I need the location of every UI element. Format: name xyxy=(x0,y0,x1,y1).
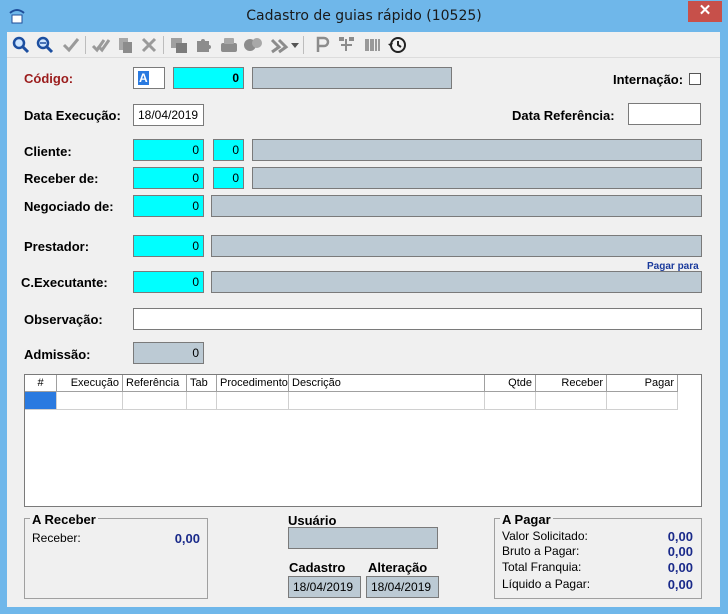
search-icon[interactable] xyxy=(11,35,31,55)
column-header[interactable]: Descrição xyxy=(289,375,485,392)
procedures-grid[interactable]: # Execução Referência Tab Procedimento D… xyxy=(24,374,702,507)
cancel-icon[interactable] xyxy=(139,35,159,55)
form-client-area: Código: A 0 Internação: Data Execução: 1… xyxy=(7,32,720,607)
codigo-letter-selected: A xyxy=(138,71,149,85)
window-icon[interactable] xyxy=(169,35,189,55)
column-header[interactable]: Procedimento xyxy=(217,375,289,392)
executante-field[interactable]: 0 xyxy=(133,271,204,293)
search-next-icon[interactable] xyxy=(35,35,55,55)
cliente-label: Cliente: xyxy=(24,144,72,159)
grid-cell[interactable] xyxy=(536,392,607,410)
column-header[interactable]: Qtde xyxy=(485,375,536,392)
receber-field[interactable]: 0 xyxy=(133,167,204,189)
negociado-field[interactable]: 0 xyxy=(133,195,204,217)
approve-icon[interactable] xyxy=(91,35,111,55)
bruto-pagar-value: 0,00 xyxy=(667,544,693,559)
grid-cell[interactable] xyxy=(123,392,187,410)
grid-cell[interactable] xyxy=(607,392,678,410)
valor-solicitado-label: Valor Solicitado: xyxy=(502,529,588,543)
internacao-label: Internação: xyxy=(613,72,684,87)
admissao-label: Admissão: xyxy=(24,347,91,362)
total-franquia-value: 0,00 xyxy=(667,560,693,575)
usuario-label: Usuário xyxy=(288,513,337,528)
liquido-pagar-value: 0,00 xyxy=(667,577,693,592)
tools-icon[interactable] xyxy=(269,35,289,55)
valor-solicitado-value: 0,00 xyxy=(667,529,693,544)
window-title: Cadastro de guias rápido (10525) xyxy=(246,8,482,24)
data-execucao-label: Data Execução: xyxy=(24,108,121,123)
cliente-sub-field[interactable]: 0 xyxy=(213,139,244,161)
a-pagar-title: A Pagar xyxy=(500,512,553,527)
toolbar-separator xyxy=(85,36,86,54)
codigo-label: Código: xyxy=(24,71,74,86)
internacao-checkbox[interactable] xyxy=(689,73,701,85)
check-icon[interactable] xyxy=(61,35,81,55)
codigo-letter-field[interactable]: A xyxy=(133,67,165,89)
executante-description-field xyxy=(211,271,702,293)
puzzle-icon[interactable] xyxy=(193,35,213,55)
total-franquia-label: Total Franquia: xyxy=(502,560,582,574)
data-referencia-field[interactable] xyxy=(628,103,701,125)
grid-cell[interactable] xyxy=(485,392,536,410)
executante-label: C.Executante: xyxy=(21,275,108,290)
receber-description-field xyxy=(252,167,702,189)
cliente-field[interactable]: 0 xyxy=(133,139,204,161)
column-header[interactable]: Referência xyxy=(123,375,187,392)
alteracao-field: 18/04/2019 xyxy=(366,576,439,598)
toolbar-separator xyxy=(163,36,164,54)
codigo-description-field xyxy=(252,67,452,89)
grid-cell[interactable] xyxy=(57,392,123,410)
data-execucao-field[interactable]: 18/04/2019 xyxy=(133,104,204,126)
column-header[interactable]: Tab xyxy=(187,375,217,392)
barcode-icon[interactable] xyxy=(363,35,383,55)
prestador-description-field xyxy=(211,235,702,257)
alteracao-label: Alteração xyxy=(368,560,428,575)
toolbar-separator xyxy=(303,36,304,54)
liquido-pagar-label: Líquido a Pagar: xyxy=(502,577,591,591)
tree-icon[interactable] xyxy=(337,35,357,55)
prestador-label: Prestador: xyxy=(24,239,90,254)
cadastro-label: Cadastro xyxy=(289,560,346,575)
receber-total-value: 0,00 xyxy=(174,531,200,546)
negociado-description-field xyxy=(211,195,702,217)
grid-cell[interactable] xyxy=(289,392,485,410)
prestador-field[interactable]: 0 xyxy=(133,235,204,257)
codigo-field[interactable]: 0 xyxy=(173,67,244,89)
copy-icon[interactable] xyxy=(115,35,135,55)
close-button[interactable]: ✕ xyxy=(688,1,722,22)
grid-cell-selected[interactable] xyxy=(25,392,57,410)
grid-cell[interactable] xyxy=(217,392,289,410)
bruto-pagar-label: Bruto a Pagar: xyxy=(502,544,580,558)
a-receber-title: A Receber xyxy=(30,512,98,527)
column-header[interactable]: # xyxy=(25,375,57,392)
history-icon[interactable] xyxy=(387,35,407,55)
receber-total-label: Receber: xyxy=(32,531,81,545)
p-icon[interactable] xyxy=(313,35,333,55)
gears-icon[interactable] xyxy=(243,35,263,55)
usuario-field xyxy=(288,527,438,549)
title-bar: Cadastro de guias rápido (10525) ✕ xyxy=(0,0,728,32)
receber-label: Receber de: xyxy=(24,171,99,186)
grid-cell[interactable] xyxy=(187,392,217,410)
column-header[interactable]: Pagar xyxy=(607,375,678,392)
chevron-down-icon[interactable] xyxy=(291,43,299,49)
cadastro-field: 18/04/2019 xyxy=(288,576,361,598)
column-header[interactable]: Receber xyxy=(536,375,607,392)
data-referencia-label: Data Referência: xyxy=(512,108,615,123)
window: Cadastro de guias rápido (10525) ✕ Códig… xyxy=(0,0,728,614)
column-header[interactable]: Execução xyxy=(57,375,123,392)
admissao-field: 0 xyxy=(133,342,204,364)
toolbar xyxy=(7,32,720,58)
receber-sub-field[interactable]: 0 xyxy=(213,167,244,189)
stack-icon[interactable] xyxy=(219,35,239,55)
observacao-field[interactable] xyxy=(133,308,702,330)
negociado-label: Negociado de: xyxy=(24,199,114,214)
cliente-description-field xyxy=(252,139,702,161)
observacao-label: Observação: xyxy=(24,312,103,327)
